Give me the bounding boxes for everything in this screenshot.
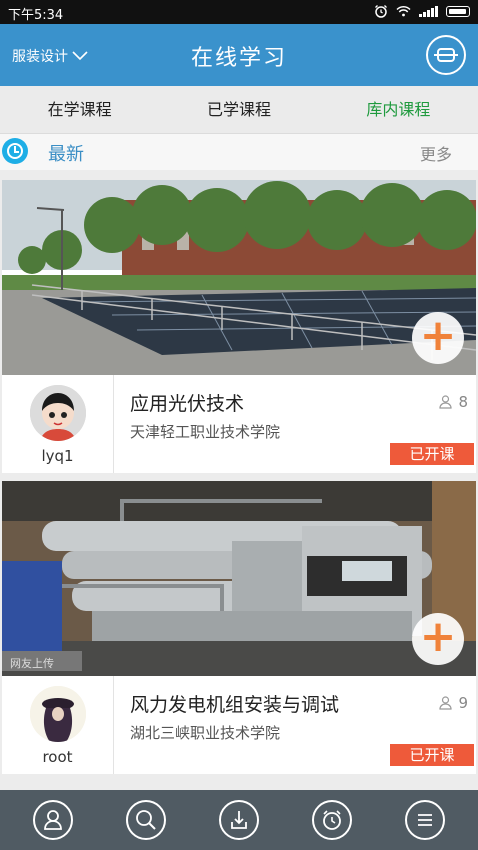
department-label: 服装设计 bbox=[12, 49, 68, 65]
nav-download-button[interactable] bbox=[218, 800, 259, 840]
status-badge: 已开课 bbox=[390, 443, 474, 465]
chevron-down-icon bbox=[72, 51, 88, 61]
course-author: root bbox=[2, 676, 114, 774]
search-icon bbox=[135, 810, 156, 830]
learner-count: 9 bbox=[439, 694, 468, 712]
scan-icon bbox=[434, 48, 458, 62]
nav-search-button[interactable] bbox=[125, 800, 166, 840]
alarm-status-icon bbox=[375, 5, 387, 18]
tab-studying[interactable]: 在学课程 bbox=[0, 86, 159, 133]
add-course-button[interactable]: + bbox=[412, 613, 464, 665]
department-selector[interactable]: 服装设计 bbox=[12, 46, 88, 66]
author-name: root bbox=[42, 748, 73, 766]
course-card[interactable]: + lyq1 应用光伏技术 天津轻工职业技术学院 8 已开课 bbox=[2, 180, 476, 473]
author-name: lyq1 bbox=[41, 447, 74, 465]
user-icon bbox=[43, 810, 62, 830]
nav-menu-button[interactable] bbox=[405, 800, 446, 840]
course-card[interactable]: 网友上传 + root 风力发电机组安装与调试 湖北三峡职业技术学院 9 已开课 bbox=[2, 481, 476, 774]
status-time: 下午5:34 bbox=[8, 8, 64, 23]
add-course-button[interactable]: + bbox=[412, 312, 464, 364]
tab-studied[interactable]: 已学课程 bbox=[159, 86, 318, 133]
learner-count-value: 8 bbox=[458, 393, 468, 411]
course-image-solar[interactable] bbox=[2, 180, 476, 375]
latest-section-header: 最新 更多 bbox=[0, 134, 478, 170]
avatar bbox=[30, 686, 86, 742]
photo-watermark: 网友上传 bbox=[10, 656, 54, 670]
clock-icon bbox=[2, 138, 28, 164]
course-author: lyq1 bbox=[2, 375, 114, 473]
status-badge: 已开课 bbox=[390, 744, 474, 766]
wifi-icon bbox=[396, 5, 411, 17]
course-school: 天津轻工职业技术学院 bbox=[130, 423, 281, 441]
scan-button[interactable] bbox=[426, 35, 466, 75]
app-header: 服装设计 在线学习 bbox=[0, 24, 478, 86]
signal-icon bbox=[419, 5, 438, 17]
avatar bbox=[30, 385, 86, 441]
nav-profile-button[interactable] bbox=[32, 800, 73, 840]
course-title[interactable]: 应用光伏技术 bbox=[130, 389, 244, 416]
status-icons bbox=[374, 4, 470, 18]
learner-count-value: 9 bbox=[458, 694, 468, 712]
battery-icon bbox=[446, 5, 470, 17]
nav-alarm-button[interactable] bbox=[312, 800, 353, 840]
alarm-icon bbox=[323, 810, 342, 830]
course-school: 湖北三峡职业技术学院 bbox=[130, 724, 281, 742]
course-tabs: 在学课程 已学课程 库内课程 bbox=[0, 86, 478, 134]
course-info: root 风力发电机组安装与调试 湖北三峡职业技术学院 9 已开课 bbox=[2, 676, 476, 774]
learner-count: 8 bbox=[439, 393, 468, 411]
menu-icon bbox=[418, 814, 433, 826]
download-icon bbox=[231, 811, 247, 829]
tab-library[interactable]: 库内课程 bbox=[319, 86, 478, 133]
bottom-nav bbox=[0, 790, 478, 850]
person-icon bbox=[439, 696, 453, 710]
course-info: lyq1 应用光伏技术 天津轻工职业技术学院 8 已开课 bbox=[2, 375, 476, 473]
status-bar: 下午5:34 bbox=[0, 0, 478, 24]
more-link[interactable]: 更多 bbox=[420, 141, 452, 165]
course-image-machinery[interactable]: 网友上传 bbox=[2, 481, 476, 676]
section-title: 最新 bbox=[48, 144, 84, 165]
course-title[interactable]: 风力发电机组安装与调试 bbox=[130, 690, 339, 717]
person-icon bbox=[439, 395, 453, 409]
